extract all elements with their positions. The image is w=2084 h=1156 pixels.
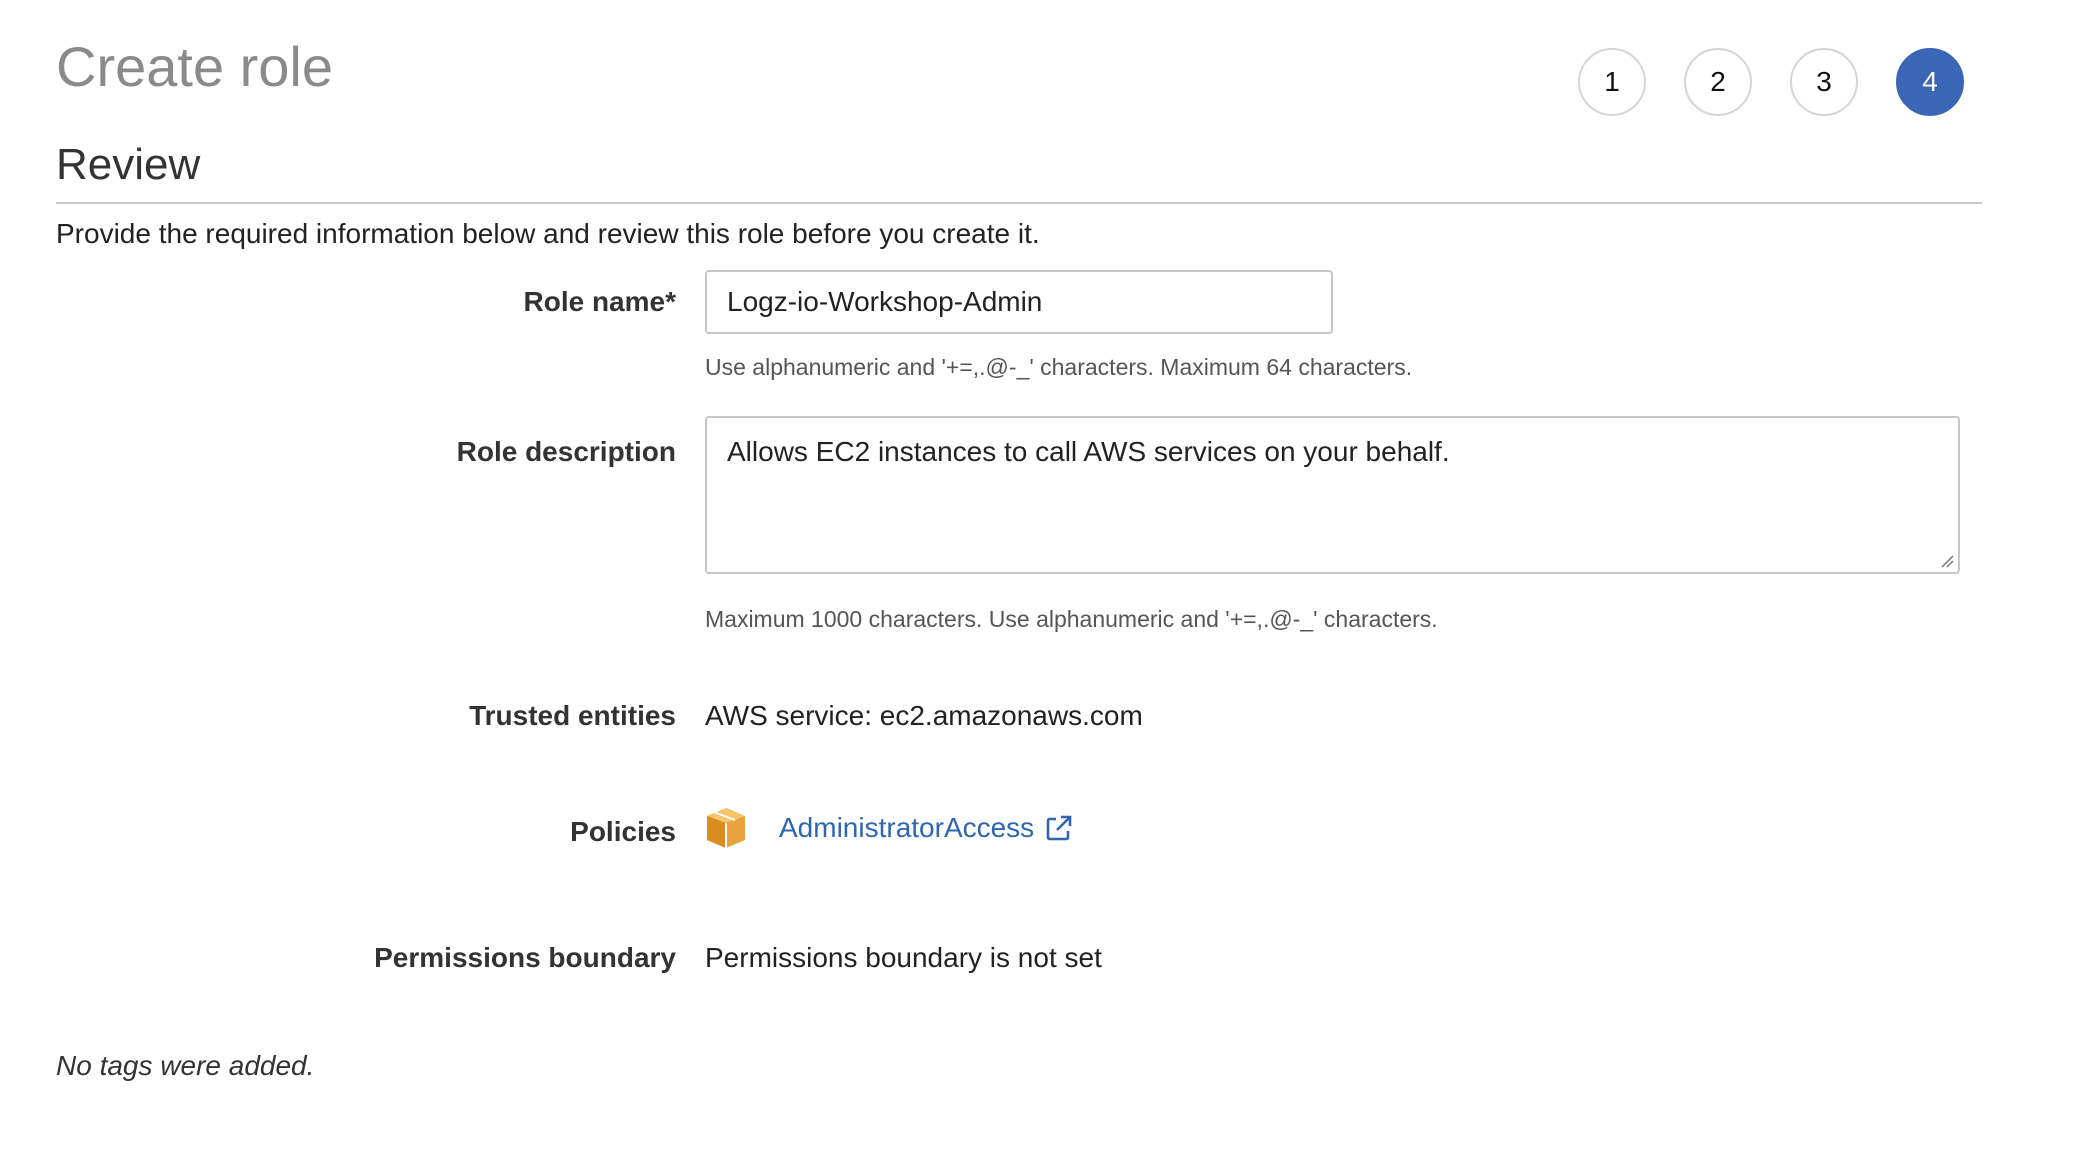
role-name-label: Role name* (523, 286, 677, 317)
policy-link-text: AdministratorAccess (779, 812, 1035, 843)
page-title: Create role (56, 35, 334, 98)
administrator-access-link[interactable]: AdministratorAccess (779, 812, 1074, 844)
role-description-hint: Maximum 1000 characters. Use alphanumeri… (705, 606, 1438, 632)
section-title: Review (56, 140, 201, 189)
role-description-textarea[interactable]: Allows EC2 instances to call AWS service… (705, 416, 1960, 574)
role-name-hint: Use alphanumeric and '+=,.@-_' character… (705, 354, 1413, 380)
role-name-input[interactable] (705, 270, 1333, 334)
aws-policy-box-icon (707, 808, 745, 848)
step-4-current: 4 (1896, 48, 1964, 116)
section-intro: Provide the required information below a… (56, 218, 1040, 249)
step-3[interactable]: 3 (1790, 48, 1858, 116)
create-role-page: Create role 1 2 3 4 Review Provide the r… (0, 0, 2084, 1156)
policy-item: AdministratorAccess (705, 806, 1074, 850)
permissions-boundary-label: Permissions boundary (374, 942, 676, 973)
role-description-label: Role description (456, 436, 676, 467)
trusted-entities-label: Trusted entities (469, 700, 676, 731)
step-1[interactable]: 1 (1578, 48, 1646, 116)
section-divider (56, 202, 1982, 204)
step-2[interactable]: 2 (1684, 48, 1752, 116)
external-link-icon (1046, 815, 1072, 841)
tags-note: No tags were added. (56, 1050, 315, 1081)
wizard-steps: 1 2 3 4 (1578, 48, 2002, 116)
trusted-entities-value: AWS service: ec2.amazonaws.com (705, 700, 1143, 731)
resize-grip-icon[interactable] (1940, 554, 1954, 568)
policies-label: Policies (570, 816, 676, 847)
permissions-boundary-value: Permissions boundary is not set (705, 942, 1102, 973)
